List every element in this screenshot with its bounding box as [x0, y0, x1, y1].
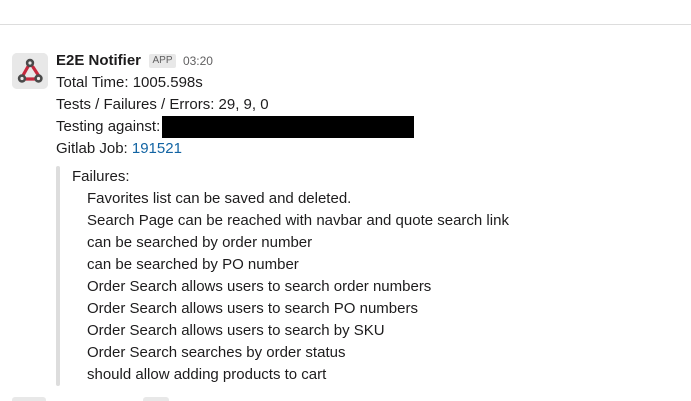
- next-message-avatar-hint: [12, 397, 46, 401]
- failures-quote: Failures: Favorites list can be saved an…: [56, 166, 676, 386]
- slack-channel-view: E2E Notifier APP 03:20 Total Time: 1005.…: [0, 0, 691, 401]
- message-content: E2E Notifier APP 03:20 Total Time: 1005.…: [56, 50, 676, 386]
- failure-item: Order Search allows users to search orde…: [87, 278, 432, 295]
- failure-item: Order Search allows users to search PO n…: [87, 300, 418, 317]
- gitlab-job-line: Gitlab Job: 191521: [56, 138, 676, 160]
- gitlab-job-link[interactable]: 191521: [132, 140, 182, 157]
- quote-bar: [56, 166, 60, 386]
- gitlab-job-label: Gitlab Job:: [56, 140, 132, 157]
- failure-item: Order Search allows users to search by S…: [87, 322, 385, 339]
- app-badge: APP: [149, 54, 176, 68]
- failure-item: should allow adding products to cart: [87, 366, 327, 383]
- total-time-line: Total Time: 1005.598s: [56, 74, 203, 91]
- failure-item: can be searched by PO number: [87, 256, 299, 273]
- testing-against-label: Testing against:: [56, 118, 161, 135]
- failure-item: Search Page can be reached with navbar a…: [87, 212, 509, 229]
- next-message-badge-hint: [143, 397, 169, 401]
- redacted-block: [162, 116, 415, 138]
- failure-item: can be searched by order number: [87, 234, 313, 251]
- webhook-icon: [12, 53, 48, 89]
- failures-heading: Failures:: [72, 168, 130, 185]
- sender-name[interactable]: E2E Notifier: [56, 52, 141, 69]
- failure-item: Favorites list can be saved and deleted.: [87, 190, 352, 207]
- failure-item: Order Search searches by order status: [87, 344, 346, 361]
- message-header: E2E Notifier APP 03:20: [56, 50, 676, 72]
- testing-against-line: Testing against:: [56, 116, 676, 138]
- avatar[interactable]: [12, 53, 48, 89]
- divider: [0, 24, 691, 25]
- timestamp[interactable]: 03:20: [183, 54, 213, 68]
- tests-line: Tests / Failures / Errors: 29, 9, 0: [56, 96, 269, 113]
